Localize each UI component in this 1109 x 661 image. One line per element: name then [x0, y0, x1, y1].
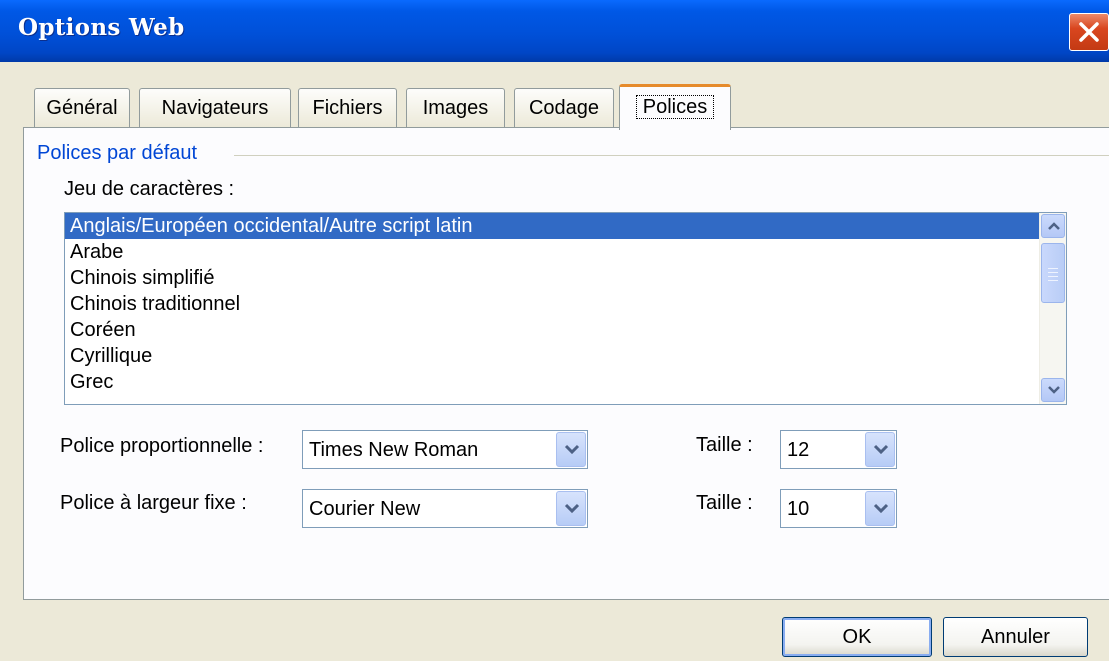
- grip-line: [1048, 268, 1058, 269]
- fixed-size-select[interactable]: 10: [780, 489, 897, 528]
- tab-polices-label: Polices: [635, 95, 715, 119]
- proportional-size-label: Taille :: [696, 434, 753, 456]
- proportional-size-dropdown-button[interactable]: [865, 432, 895, 467]
- grip-line: [1048, 272, 1058, 273]
- listbox-scrollbar[interactable]: [1039, 213, 1066, 404]
- list-item[interactable]: Coréen: [65, 317, 1066, 343]
- proportional-font-value: Times New Roman: [309, 439, 479, 461]
- window-title: Options Web: [18, 14, 185, 41]
- tab-images[interactable]: Images: [406, 88, 505, 128]
- cancel-button[interactable]: Annuler: [943, 617, 1088, 657]
- scroll-up-button[interactable]: [1041, 214, 1065, 238]
- tab-fichiers[interactable]: Fichiers: [298, 88, 397, 128]
- list-item[interactable]: Grec: [65, 369, 1066, 395]
- fixed-font-dropdown-button[interactable]: [556, 491, 586, 526]
- options-web-dialog: Options Web Général Navigateurs Fichiers…: [0, 0, 1109, 661]
- list-item[interactable]: Anglais/Européen occidental/Autre script…: [65, 213, 1066, 239]
- chevron-down-icon: [873, 444, 889, 455]
- charset-listbox[interactable]: Anglais/Européen occidental/Autre script…: [64, 212, 1067, 405]
- proportional-font-dropdown-button[interactable]: [556, 432, 586, 467]
- charset-label-text: Jeu de caractères :: [64, 178, 235, 200]
- close-button[interactable]: [1069, 13, 1109, 51]
- chevron-down-icon: [564, 444, 580, 455]
- tab-navigateurs[interactable]: Navigateurs: [139, 88, 291, 128]
- group-divider: [234, 155, 1109, 156]
- fixed-font-select[interactable]: Courier New: [302, 489, 588, 528]
- fixed-font-label: Police à largeur fixe :: [60, 492, 247, 514]
- list-item[interactable]: Chinois simplifié: [65, 265, 1066, 291]
- tab-codage[interactable]: Codage: [514, 88, 614, 128]
- chevron-down-icon: [564, 503, 580, 514]
- proportional-size-select[interactable]: 12: [780, 430, 897, 469]
- fixed-size-value: 10: [787, 498, 810, 520]
- list-item[interactable]: Chinois traditionnel: [65, 291, 1066, 317]
- tab-panel-polices: Polices par défaut Jeu de caractères : A…: [23, 127, 1109, 600]
- scroll-down-button[interactable]: [1041, 378, 1065, 402]
- list-item[interactable]: Arabe: [65, 239, 1066, 265]
- group-title: Polices par défaut: [37, 142, 206, 165]
- chevron-down-icon: [1048, 386, 1060, 394]
- fixed-size-dropdown-button[interactable]: [865, 491, 895, 526]
- list-item[interactable]: Cyrillique: [65, 343, 1066, 369]
- tab-general[interactable]: Général: [34, 88, 130, 128]
- proportional-font-select[interactable]: Times New Roman: [302, 430, 588, 469]
- tab-polices[interactable]: Polices: [619, 84, 731, 130]
- proportional-font-label: Police proportionnelle :: [60, 435, 264, 457]
- grip-line: [1048, 280, 1058, 281]
- ok-button[interactable]: OK: [782, 617, 932, 657]
- chevron-down-icon: [873, 503, 889, 514]
- proportional-size-value: 12: [787, 439, 810, 461]
- grip-line: [1048, 276, 1058, 277]
- chevron-up-icon: [1048, 222, 1060, 230]
- charset-label: Jeu de caractères :: [64, 178, 234, 201]
- fixed-font-value: Courier New: [309, 498, 421, 520]
- close-icon: [1079, 22, 1099, 42]
- scroll-thumb[interactable]: [1041, 243, 1065, 303]
- title-bar[interactable]: Options Web: [0, 0, 1109, 62]
- fixed-size-label: Taille :: [696, 492, 753, 514]
